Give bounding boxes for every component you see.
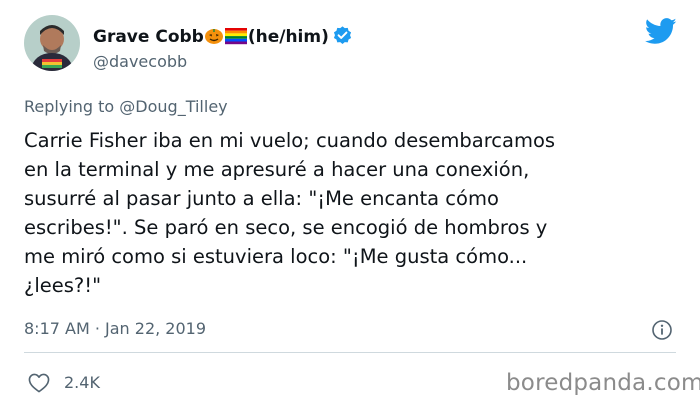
verified-badge-icon — [332, 25, 353, 52]
like-count: 2.4K — [64, 373, 100, 392]
tweet-timestamp[interactable]: 8:17 AM · Jan 22, 2019 — [24, 319, 206, 339]
author-name-line[interactable]: Grave Cobb (he/him) — [93, 25, 353, 52]
rainbow-flag-icon — [224, 27, 248, 51]
author-handle[interactable]: @davecobb — [93, 52, 187, 72]
replying-to-label: Replying to — [24, 97, 115, 116]
reply-target-link[interactable]: @Doug_Tilley — [119, 97, 227, 116]
info-icon[interactable] — [651, 319, 673, 345]
heart-icon[interactable] — [28, 373, 50, 397]
pumpkin-icon — [204, 25, 224, 51]
boredpanda-watermark: boredpanda.com — [506, 370, 700, 396]
avatar-image — [24, 15, 80, 71]
replying-to: Replying to @Doug_Tilley — [24, 97, 228, 117]
pronouns: (he/him) — [247, 27, 329, 47]
divider — [24, 352, 676, 353]
display-name[interactable]: Grave Cobb — [93, 27, 204, 47]
tweet-text: Carrie Fisher iba en mi vuelo; cuando de… — [24, 129, 556, 297]
twitter-logo-icon[interactable] — [644, 18, 677, 49]
avatar[interactable] — [24, 15, 80, 71]
